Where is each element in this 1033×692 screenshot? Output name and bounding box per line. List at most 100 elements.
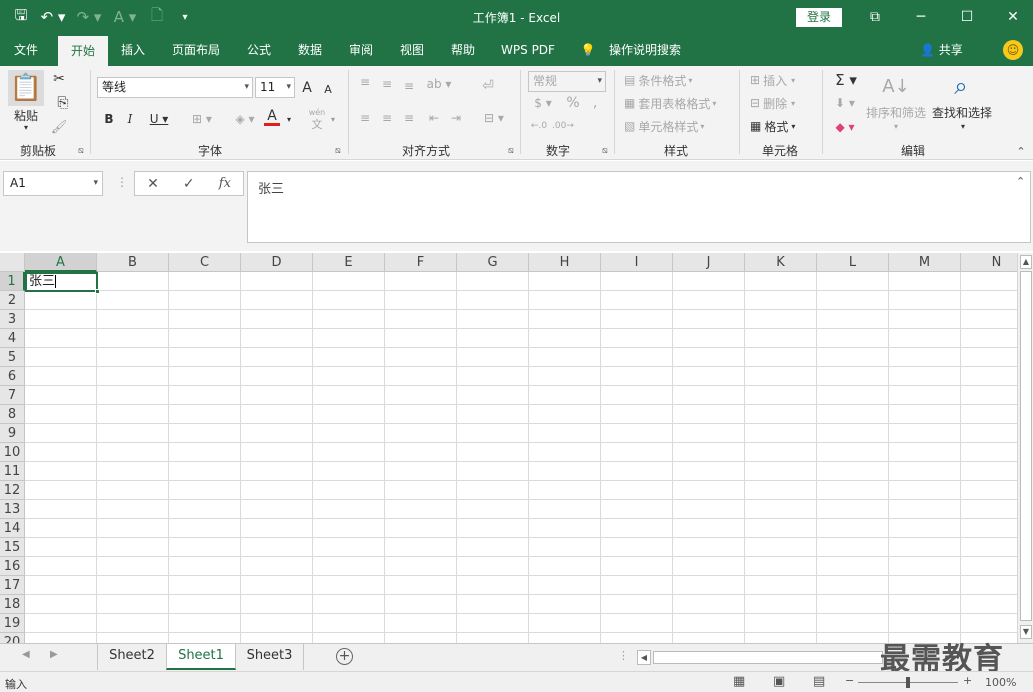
number-launcher-icon[interactable]: ⧅	[602, 146, 608, 156]
tab-review[interactable]: 审阅	[338, 34, 384, 66]
column-header-g[interactable]: G	[457, 253, 529, 272]
row-header-20[interactable]: 20	[0, 633, 25, 643]
row-header-17[interactable]: 17	[0, 576, 25, 595]
column-header-j[interactable]: J	[673, 253, 745, 272]
close-button[interactable]: ✕	[990, 0, 1033, 34]
fill-color-icon[interactable]: ◈ ▾	[230, 110, 260, 128]
sheet-tab-sheet3[interactable]: Sheet3	[236, 644, 304, 670]
row-header-7[interactable]: 7	[0, 386, 25, 405]
column-header-a[interactable]: A	[25, 253, 97, 272]
row-header-5[interactable]: 5	[0, 348, 25, 367]
sheet-tab-sheet1[interactable]: Sheet1	[166, 644, 236, 670]
column-header-i[interactable]: I	[601, 253, 673, 272]
column-header-k[interactable]: K	[745, 253, 817, 272]
font-launcher-icon[interactable]: ⧅	[335, 146, 341, 156]
increase-decimal-icon[interactable]: ←.0	[528, 118, 550, 134]
font-size-select[interactable]: 11 ▾	[255, 77, 295, 98]
row-header-13[interactable]: 13	[0, 500, 25, 519]
zoom-slider-thumb[interactable]	[906, 677, 910, 688]
select-all-button[interactable]	[0, 253, 25, 272]
column-header-d[interactable]: D	[241, 253, 313, 272]
column-header-l[interactable]: L	[817, 253, 889, 272]
column-header-m[interactable]: M	[889, 253, 961, 272]
minimize-button[interactable]: ─	[898, 0, 944, 34]
smiley-feedback-icon[interactable]: ☺	[1003, 40, 1023, 60]
grow-font-icon[interactable]: A	[299, 78, 315, 98]
expand-formula-bar-icon[interactable]: ⌃	[1016, 175, 1025, 188]
row-header-10[interactable]: 10	[0, 443, 25, 462]
vertical-scroll-thumb[interactable]	[1020, 271, 1032, 621]
tab-page-layout[interactable]: 页面布局	[164, 34, 228, 66]
row-header-4[interactable]: 4	[0, 329, 25, 348]
alignment-launcher-icon[interactable]: ⧅	[508, 146, 514, 156]
row-header-9[interactable]: 9	[0, 424, 25, 443]
copy-icon[interactable]: ⎘	[50, 94, 76, 112]
column-header-n[interactable]: N	[961, 253, 1017, 272]
sort-filter-icon[interactable]: A↓	[878, 72, 914, 100]
cancel-icon[interactable]: ✕	[147, 176, 159, 192]
cell-styles-button[interactable]: ▧ 单元格样式 ▾	[624, 118, 716, 134]
insert-function-icon[interactable]: fx	[219, 176, 231, 191]
format-as-table-button[interactable]: ▦ 套用表格格式 ▾	[624, 95, 728, 111]
paste-dropdown-icon[interactable]: ▾	[20, 122, 32, 132]
orientation-icon[interactable]: ab ▾	[424, 76, 454, 92]
ribbon-display-options-icon[interactable]: ⧉	[852, 0, 898, 34]
autosum-icon[interactable]: Σ ▾	[830, 70, 862, 90]
italic-button[interactable]: I	[122, 110, 138, 128]
conditional-formatting-button[interactable]: ▤ 条件格式 ▾	[624, 72, 704, 88]
fill-handle[interactable]	[95, 289, 100, 294]
decrease-decimal-icon[interactable]: .00→	[552, 118, 574, 134]
tab-file[interactable]: 文件	[2, 34, 50, 66]
row-header-11[interactable]: 11	[0, 462, 25, 481]
row-header-15[interactable]: 15	[0, 538, 25, 557]
insert-cells-button[interactable]: ⊞ 插入 ▾	[750, 72, 812, 88]
formula-input[interactable]: 张三	[247, 171, 1031, 243]
bold-button[interactable]: B	[101, 110, 117, 128]
tab-data[interactable]: 数据	[287, 34, 333, 66]
row-header-16[interactable]: 16	[0, 557, 25, 576]
row-header-14[interactable]: 14	[0, 519, 25, 538]
tab-wps-pdf[interactable]: WPS PDF	[494, 34, 562, 66]
increase-indent-icon[interactable]: ⇥	[447, 110, 465, 126]
normal-view-icon[interactable]: ▦	[733, 674, 745, 689]
page-break-view-icon[interactable]: ▤	[813, 674, 825, 689]
prev-sheet-icon[interactable]: ◀	[22, 649, 30, 660]
row-header-12[interactable]: 12	[0, 481, 25, 500]
border-icon[interactable]: ⊞ ▾	[186, 110, 218, 128]
active-cell-a1[interactable]: 张三	[25, 272, 100, 294]
clear-icon[interactable]: ◆ ▾	[830, 118, 860, 136]
currency-icon[interactable]: $ ▾	[528, 94, 558, 112]
format-cells-button[interactable]: ▦ 格式 ▾	[750, 118, 808, 134]
share-button[interactable]: 👤 共享	[920, 34, 963, 66]
column-header-e[interactable]: E	[313, 253, 385, 272]
page-layout-view-icon[interactable]: ▣	[773, 674, 785, 689]
collapse-ribbon-icon[interactable]: ⌃	[1014, 144, 1028, 158]
merge-center-icon[interactable]: ⊟ ▾	[478, 110, 510, 126]
scroll-down-icon[interactable]: ▼	[1020, 625, 1032, 639]
formula-bar-grip[interactable]: ⋮	[116, 175, 128, 189]
row-header-6[interactable]: 6	[0, 367, 25, 386]
align-bottom-icon[interactable]: ≡	[400, 78, 418, 94]
zoom-out-button[interactable]: −	[845, 674, 854, 687]
tab-insert[interactable]: 插入	[110, 34, 156, 66]
scroll-up-icon[interactable]: ▲	[1020, 255, 1032, 269]
row-header-1[interactable]: 1	[0, 272, 25, 291]
clipboard-launcher-icon[interactable]: ⧅	[78, 146, 84, 156]
column-header-h[interactable]: H	[529, 253, 601, 272]
row-header-3[interactable]: 3	[0, 310, 25, 329]
row-header-19[interactable]: 19	[0, 614, 25, 633]
align-left-icon[interactable]: ≡	[356, 110, 374, 126]
fill-icon[interactable]: ⬇ ▾	[830, 94, 860, 112]
tab-view[interactable]: 视图	[389, 34, 435, 66]
row-header-8[interactable]: 8	[0, 405, 25, 424]
horizontal-scroll-thumb[interactable]	[653, 651, 883, 664]
tab-formulas[interactable]: 公式	[236, 34, 282, 66]
login-button[interactable]: 登录	[796, 8, 842, 27]
percent-icon[interactable]: %	[564, 94, 582, 112]
font-color-dropdown-icon[interactable]: ▾	[284, 110, 294, 128]
paste-icon[interactable]: 📋	[8, 70, 44, 106]
cell-grid[interactable]	[25, 272, 1017, 643]
font-name-select[interactable]: 等线 ▾	[97, 77, 253, 98]
wrap-text-icon[interactable]: ⏎	[478, 76, 498, 96]
align-center-icon[interactable]: ≡	[378, 110, 396, 126]
